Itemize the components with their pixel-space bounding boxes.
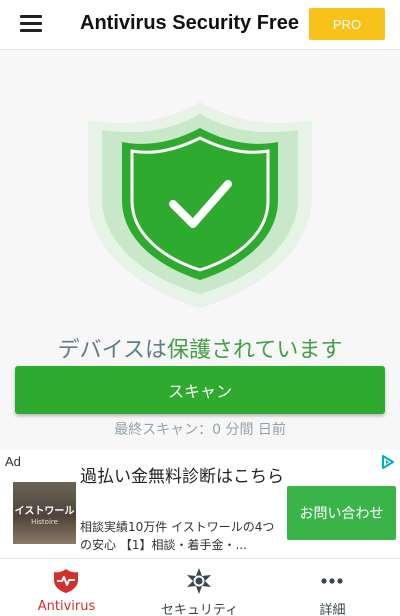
shield-check-icon — [80, 100, 320, 310]
pro-button[interactable]: PRO — [309, 8, 385, 40]
ad-banner[interactable]: Ad イストワール Histoire 過払い金無料診断はこちら 相談実績10万件… — [0, 450, 400, 558]
nav-label-details: 詳細 — [319, 603, 346, 616]
ad-image-text: イストワール — [14, 506, 75, 517]
bottom-navigation: Antivirus セキュリティ 詳細 — [0, 558, 400, 616]
ad-label: Ad — [5, 454, 21, 469]
nav-label-security: セキュリティ — [160, 603, 239, 616]
ad-body: 相談実績10万件 イストワールの4つの安心 【1】相談・着手金・... — [80, 520, 275, 552]
scan-button[interactable]: スキャン — [15, 366, 385, 414]
ad-image[interactable]: イストワール Histoire — [13, 482, 76, 544]
shield-pulse-icon — [54, 569, 78, 593]
hamburger-menu-icon[interactable] — [20, 15, 42, 33]
nav-item-details[interactable]: 詳細 — [266, 559, 399, 616]
app-title: Antivirus Security Free — [80, 12, 299, 34]
nav-label-antivirus: Antivirus — [37, 599, 96, 614]
ad-image-subtext: Histoire — [31, 518, 58, 526]
status-state: 保護されています — [167, 338, 343, 363]
nav-item-security[interactable]: セキュリティ — [133, 559, 266, 616]
protection-status: デバイスは保護されています — [0, 332, 400, 364]
ad-headline[interactable]: 過払い金無料診断はこちら — [80, 466, 285, 488]
status-prefix: デバイスは — [57, 338, 167, 363]
app-bar: Antivirus Security Free PRO — [0, 0, 400, 50]
ad-contact-button[interactable]: お問い合わせ — [287, 486, 396, 540]
adchoices-icon[interactable] — [380, 454, 396, 470]
more-dots-icon — [321, 578, 343, 584]
sheriff-star-icon — [187, 568, 211, 594]
last-scan-text: 最終スキャン：0 分間 日前 — [114, 422, 286, 438]
nav-item-antivirus[interactable]: Antivirus — [0, 559, 133, 616]
